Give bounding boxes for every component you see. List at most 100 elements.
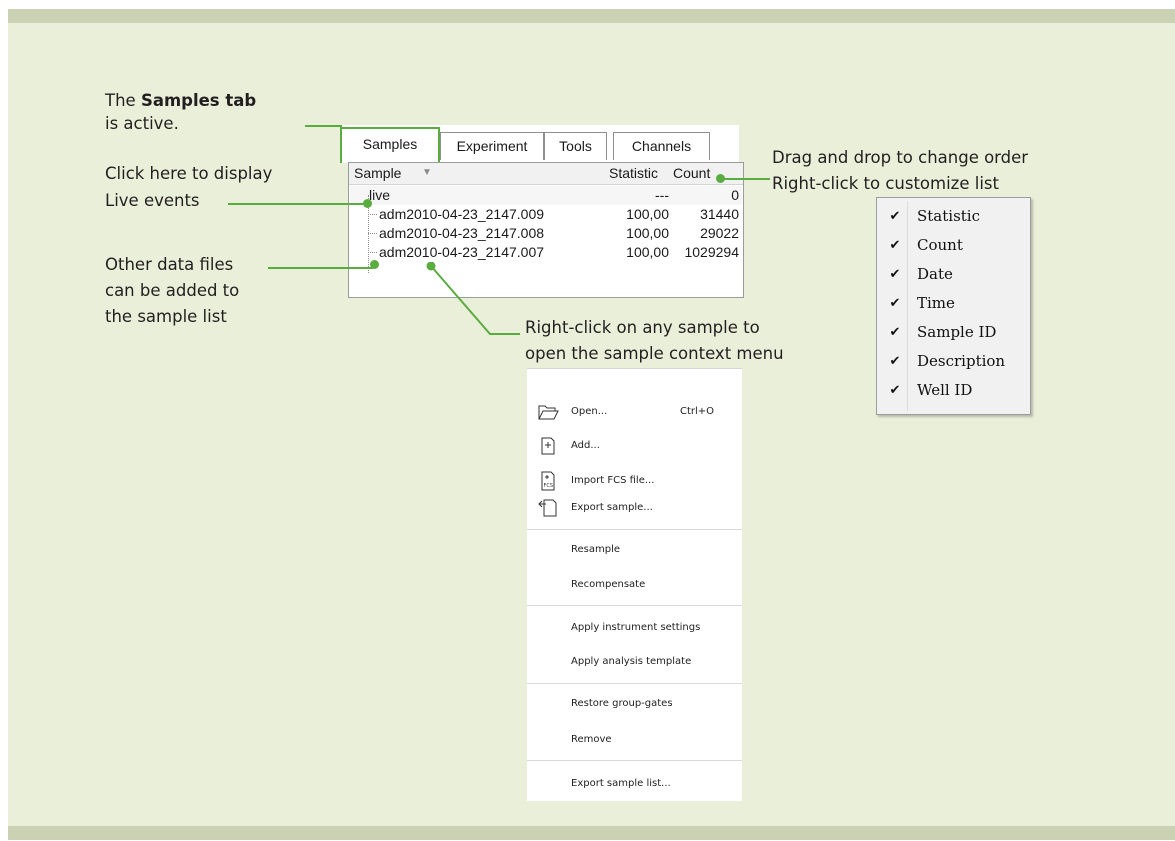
menu-item-time[interactable]: ✔ Time (877, 290, 1027, 317)
menu-item-date[interactable]: ✔ Date (877, 261, 1027, 288)
column-header-sample[interactable]: Sample (354, 165, 401, 181)
menu-item-description[interactable]: ✔ Description (877, 348, 1027, 375)
menu-item-label: Add... (571, 440, 600, 451)
sample-count: 31440 (700, 206, 739, 222)
sample-statistic: 100,00 (626, 206, 669, 222)
samples-tab-annotation-bold: Samples tab (140, 91, 257, 110)
sample-count: 1029294 (684, 244, 739, 260)
live-annotation-line2: Live events (105, 191, 200, 210)
menu-item-label: Apply instrument settings (571, 622, 701, 633)
folder-icon (538, 405, 559, 420)
import-fcs-icon: FCS (541, 471, 555, 491)
sample-statistic: --- (655, 187, 669, 203)
menu-item-import-fcs[interactable]: FCS Import FCS file... (527, 466, 742, 496)
context-annotation-line1: Right-click on any sample to (525, 318, 760, 337)
sample-name[interactable]: adm2010-04-23_2147.008 (379, 225, 544, 241)
menu-item-label: Well ID (917, 381, 973, 399)
menu-item-add[interactable]: Add... (527, 431, 742, 461)
callout-line-other (268, 267, 373, 269)
other-files-annotation-line1: Other data files (105, 255, 234, 274)
sort-desc-icon[interactable]: ▼ (422, 167, 432, 178)
export-icon (538, 499, 557, 517)
customize-annotation: Right-click to customize list (772, 174, 999, 193)
menu-item-export-sample[interactable]: Export sample... (527, 493, 742, 523)
tab-samples[interactable]: Samples (340, 127, 440, 163)
menu-item-statistic[interactable]: ✔ Statistic (877, 203, 1027, 230)
menu-item-label: Apply analysis template (571, 656, 692, 667)
callout-line-live (228, 203, 365, 205)
menu-item-recompensate[interactable]: Recompensate (527, 570, 742, 600)
callout-line-tab (305, 125, 342, 127)
check-icon: ✔ (889, 296, 901, 311)
other-files-annotation-line3: the sample list (105, 307, 227, 326)
menu-divider (527, 605, 742, 606)
menu-item-resample[interactable]: Resample (527, 535, 742, 565)
menu-item-apply-analysis-template[interactable]: Apply analysis template (527, 647, 742, 677)
sample-statistic: 100,00 (626, 225, 669, 241)
tree-branch (368, 233, 377, 234)
sample-name[interactable]: adm2010-04-23_2147.009 (379, 206, 544, 222)
sample-count: 0 (731, 187, 739, 203)
menu-item-label: Import FCS file... (571, 475, 655, 486)
menu-divider (527, 529, 742, 530)
sample-list[interactable]: Sample ▼ Statistic Count live --- 0 adm2… (348, 162, 744, 298)
tree-branch (368, 252, 377, 253)
samples-tab-annotation-line2: is active. (105, 114, 179, 133)
menu-item-label: Remove (571, 734, 612, 745)
check-icon: ✔ (889, 209, 901, 224)
menu-item-label: Sample ID (917, 323, 997, 341)
sample-count: 29022 (700, 225, 739, 241)
menu-item-label: Resample (571, 544, 621, 555)
menu-item-well-id[interactable]: ✔ Well ID (877, 377, 1027, 404)
menu-item-remove[interactable]: Remove (527, 725, 742, 755)
menu-item-label: Recompensate (571, 579, 646, 590)
menu-divider (527, 760, 742, 761)
menu-item-label: Export sample list... (571, 778, 671, 789)
bottom-frame-bar (8, 826, 1175, 840)
menu-item-label: Time (917, 294, 955, 312)
tab-experiment[interactable]: Experiment (440, 132, 544, 160)
samples-tab-annotation: The Samples tab (105, 89, 256, 112)
callout-dot-count (716, 174, 725, 183)
column-header-statistic[interactable]: Statistic (609, 165, 658, 181)
check-icon: ✔ (889, 383, 901, 398)
other-files-annotation-line2: can be added to (105, 281, 240, 300)
sample-name-live[interactable]: live (369, 187, 390, 203)
live-annotation-line1: Click here to display (105, 164, 273, 183)
menu-item-label: Description (917, 352, 1006, 370)
drag-annotation: Drag and drop to change order (772, 148, 1029, 167)
tab-tools[interactable]: Tools (544, 132, 607, 160)
check-icon: ✔ (889, 325, 901, 340)
menu-item-shortcut: Ctrl+O (680, 406, 715, 417)
column-customize-menu: ✔ Statistic ✔ Count ✔ Date ✔ Time ✔ Samp… (876, 197, 1031, 415)
callout-dot-live (363, 199, 372, 208)
menu-item-restore-group-gates[interactable]: Restore group-gates (527, 689, 742, 719)
tab-channels[interactable]: Channels (613, 132, 710, 160)
samples-tab-annotation-prefix: The (105, 91, 141, 110)
sample-context-menu: Open... Ctrl+O Add... FCS Import FCS fil… (527, 368, 742, 801)
menu-item-label: Restore group-gates (571, 698, 673, 709)
svg-text:FCS: FCS (544, 483, 554, 489)
check-icon: ✔ (889, 238, 901, 253)
context-annotation-line2: open the sample context menu (525, 344, 784, 363)
menu-divider (527, 683, 742, 684)
menu-item-open[interactable]: Open... Ctrl+O (527, 397, 742, 427)
menu-item-sample-id[interactable]: ✔ Sample ID (877, 319, 1027, 346)
callout-dot-other (370, 260, 379, 269)
menu-item-label: Open... (571, 406, 608, 417)
column-header-count[interactable]: Count (673, 165, 710, 181)
menu-item-label: Export sample... (571, 502, 653, 513)
sample-statistic: 100,00 (626, 244, 669, 260)
menu-item-label: Count (917, 236, 963, 254)
menu-item-label: Date (917, 265, 953, 283)
menu-item-label: Statistic (917, 207, 980, 225)
check-icon: ✔ (889, 267, 901, 282)
menu-item-count[interactable]: ✔ Count (877, 232, 1027, 259)
menu-item-export-sample-list[interactable]: Export sample list... (527, 769, 742, 799)
sample-name[interactable]: adm2010-04-23_2147.007 (379, 244, 544, 260)
callout-line-context (426, 262, 520, 335)
tree-branch (368, 214, 377, 215)
menu-item-apply-instrument-settings[interactable]: Apply instrument settings (527, 613, 742, 643)
add-file-icon (541, 437, 555, 455)
callout-line-count (722, 178, 770, 180)
